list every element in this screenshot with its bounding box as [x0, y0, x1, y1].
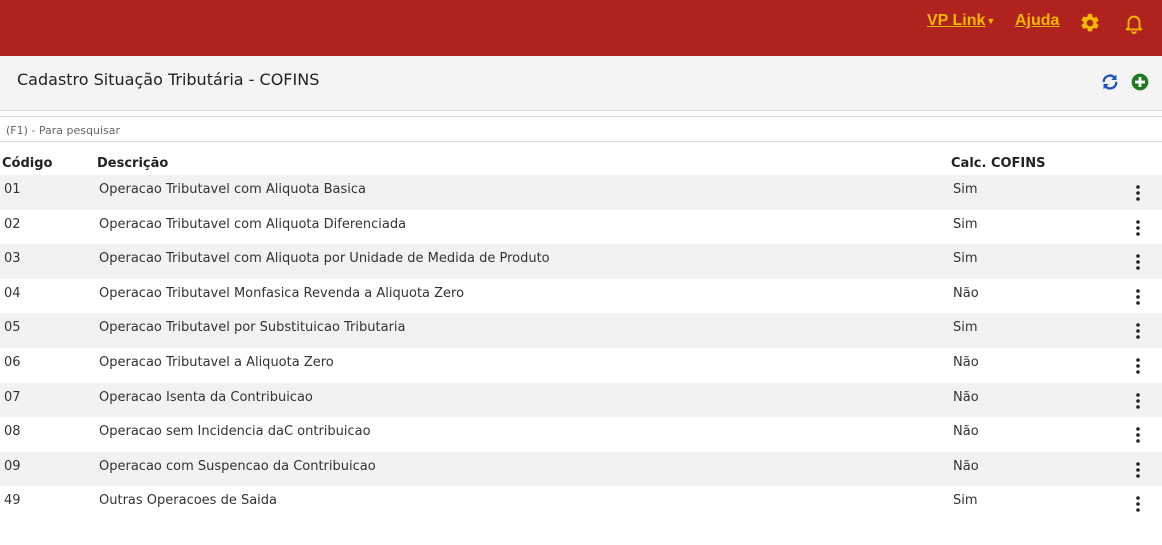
- kebab-menu-icon[interactable]: [1130, 288, 1146, 306]
- kebab-menu-icon[interactable]: [1130, 219, 1146, 237]
- kebab-menu-icon[interactable]: [1130, 253, 1146, 271]
- table-row[interactable]: 02 Operacao Tributavel com Aliquota Dife…: [0, 209, 1162, 245]
- page-title: Cadastro Situação Tributária - COFINS: [17, 70, 320, 89]
- cell-description: Outras Operacoes de Saida: [99, 493, 278, 509]
- cell-description: Operacao Tributavel a Aliquota Zero: [99, 354, 334, 370]
- cell-calc-cofins: Não: [953, 354, 979, 370]
- cell-calc-cofins: Sim: [953, 320, 978, 336]
- table-row[interactable]: 49 Outras Operacoes de Saida Sim: [0, 486, 1162, 521]
- cell-code: 02: [4, 216, 21, 232]
- gear-icon[interactable]: [1079, 12, 1101, 34]
- kebab-menu-icon[interactable]: [1130, 426, 1146, 444]
- top-navigation-bar: VP Link▼ Ajuda: [0, 0, 1162, 56]
- kebab-menu-icon[interactable]: [1130, 461, 1146, 479]
- kebab-menu-icon[interactable]: [1130, 357, 1146, 375]
- table-row[interactable]: 06 Operacao Tributavel a Aliquota Zero N…: [0, 347, 1162, 383]
- table-row[interactable]: 08 Operacao sem Incidencia daC ontribuic…: [0, 417, 1162, 452]
- cell-code: 03: [4, 251, 21, 267]
- help-link[interactable]: Ajuda: [1015, 12, 1059, 30]
- cell-code: 07: [4, 389, 21, 405]
- cell-calc-cofins: Sim: [953, 493, 978, 509]
- table-row[interactable]: 01 Operacao Tributavel com Aliquota Basi…: [0, 175, 1162, 210]
- cell-code: 49: [4, 493, 21, 509]
- add-circle-icon[interactable]: [1130, 72, 1150, 92]
- cell-calc-cofins: Não: [953, 389, 979, 405]
- cell-code: 08: [4, 424, 21, 440]
- bell-icon[interactable]: [1123, 12, 1145, 34]
- cell-calc-cofins: Sim: [953, 182, 978, 197]
- cell-description: Operacao Tributavel por Substituicao Tri…: [99, 320, 406, 336]
- kebab-menu-icon[interactable]: [1130, 495, 1146, 513]
- page-header: Cadastro Situação Tributária - COFINS: [0, 56, 1162, 111]
- cell-code: 05: [4, 320, 21, 336]
- cell-calc-cofins: Não: [953, 424, 979, 440]
- table-row[interactable]: 07 Operacao Isenta da Contribuicao Não: [0, 382, 1162, 418]
- cell-description: Operacao Isenta da Contribuicao: [99, 389, 313, 405]
- kebab-menu-icon[interactable]: [1130, 322, 1146, 340]
- column-header-description[interactable]: Descrição: [97, 156, 168, 171]
- table-row[interactable]: 03 Operacao Tributavel com Aliquota por …: [0, 244, 1162, 279]
- cell-description: Operacao Tributavel com Aliquota Diferen…: [99, 216, 407, 232]
- caret-down-icon: ▼: [986, 15, 996, 26]
- table-body: 01 Operacao Tributavel com Aliquota Basi…: [0, 175, 1162, 521]
- cell-code: 01: [4, 182, 21, 197]
- cell-calc-cofins: Sim: [953, 216, 978, 232]
- vp-link-menu[interactable]: VP Link▼: [927, 12, 995, 30]
- table-row[interactable]: 04 Operacao Tributavel Monfasica Revenda…: [0, 278, 1162, 314]
- cell-calc-cofins: Não: [953, 285, 979, 301]
- cell-description: Operacao Tributavel Monfasica Revenda a …: [99, 285, 465, 301]
- refresh-icon[interactable]: [1100, 72, 1120, 92]
- column-header-code[interactable]: Código: [2, 156, 52, 171]
- cell-description: Operacao Tributavel com Aliquota por Uni…: [99, 251, 550, 267]
- cell-description: Operacao com Suspencao da Contribuicao: [99, 458, 376, 474]
- cell-calc-cofins: Não: [953, 458, 979, 474]
- cell-code: 04: [4, 285, 21, 301]
- cell-description: Operacao Tributavel com Aliquota Basica: [99, 182, 367, 197]
- column-header-calc-cofins[interactable]: Calc. COFINS: [951, 156, 1046, 171]
- cell-description: Operacao sem Incidencia daC ontribuicao: [99, 424, 371, 440]
- header-divider: [0, 116, 1162, 117]
- table-row[interactable]: 09 Operacao com Suspencao da Contribuica…: [0, 451, 1162, 487]
- cell-code: 06: [4, 354, 21, 370]
- cell-code: 09: [4, 458, 21, 474]
- table-header: Código Descrição Calc. COFINS: [0, 154, 1162, 174]
- search-input[interactable]: [0, 120, 1162, 142]
- kebab-menu-icon[interactable]: [1130, 184, 1146, 202]
- vp-link-label: VP Link: [927, 12, 986, 29]
- kebab-menu-icon[interactable]: [1130, 392, 1146, 410]
- cell-calc-cofins: Sim: [953, 251, 978, 267]
- table-row[interactable]: 05 Operacao Tributavel por Substituicao …: [0, 313, 1162, 348]
